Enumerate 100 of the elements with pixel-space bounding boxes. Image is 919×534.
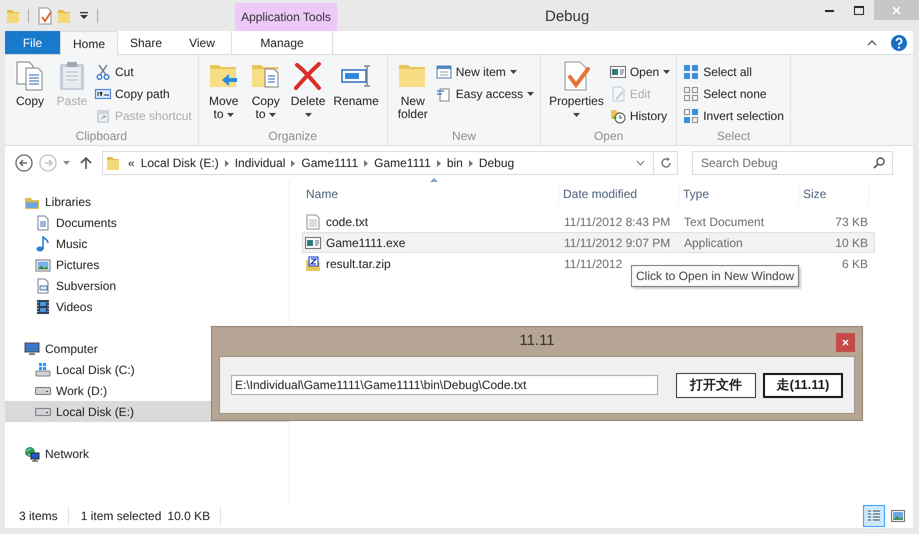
ribbon-button[interactable]: Properties [547,60,606,121]
selection-size: 10.0 KB [161,506,222,524]
ribbon-button[interactable]: Easy access [436,84,534,104]
file-row[interactable]: Game1111.exe 11/11/2012 9:07 PM Application 10 KB [302,232,875,253]
breadcrumb-segment[interactable]: Debug [478,154,514,172]
file-name: code.txt [326,214,368,230]
window-title: Debug [545,7,590,27]
select-all-icon [683,64,700,80]
folder-icon [106,155,120,171]
file-name: result.tar.zip [326,256,391,272]
ribbon-button[interactable]: Cut [95,62,192,82]
ribbon-button[interactable]: Open [610,62,670,82]
column-header[interactable]: Date modified [559,182,679,205]
history-icon [610,108,626,124]
type-cell: Text Document [684,214,764,228]
dialog-button[interactable]: 打开文件 [676,372,756,398]
file-row[interactable]: code.txt 11/11/2012 8:43 PM Text Document 73 KB [302,211,875,232]
caret-icon [663,70,670,74]
group-label: Clipboard [74,129,128,145]
column-header[interactable]: Name [302,182,559,205]
ribbon-button[interactable]: Copy path [95,84,192,104]
sort-up-icon [430,178,438,182]
caret-icon [527,92,534,96]
close-icon [842,339,849,346]
nav-tree-item[interactable]: Videos [5,296,289,317]
nav-tree-item[interactable]: Music [5,233,289,254]
ribbon-button[interactable]: Copy [11,60,49,108]
close-button[interactable] [836,333,855,352]
ribbon-button[interactable]: Select all [683,62,784,82]
column-header[interactable]: Size [799,182,869,205]
contextual-tab-header: Application Tools [235,3,337,31]
refresh-icon [660,157,672,169]
drive-icon [35,408,51,416]
recent-locations-button[interactable] [63,161,70,165]
up-button[interactable] [80,156,92,170]
breadcrumb-segment[interactable]: Local Disk (E:) [140,154,219,172]
breadcrumb-segment[interactable]: Game1111 [374,154,431,172]
ribbon-button[interactable]: Invert selection [683,106,784,126]
breadcrumb-segment[interactable]: Individual [234,154,286,172]
file-name: Game1111.exe [326,234,406,252]
windows-drive-icon [35,362,51,378]
ribbon-tab[interactable]: Manage [231,31,333,54]
group-label: Organize [267,129,318,145]
selection-status: 1 item selected [80,508,162,524]
caret-icon [268,112,276,117]
collapse-ribbon-icon [867,40,877,46]
breadcrumb-segment[interactable]: Game1111 [301,154,358,172]
ribbon-button[interactable]: History [610,106,670,126]
ribbon-button[interactable]: New folder [394,60,432,121]
nav-tree-item[interactable]: Computer [5,338,289,359]
group-label: Open [592,129,624,145]
details-view-button[interactable] [863,504,885,526]
shortcut-icon [95,108,111,124]
ribbon-button[interactable]: Copy to [246,60,285,121]
caret-icon [510,70,517,74]
ribbon-button[interactable]: Select none [683,84,784,104]
folder-icon [57,8,71,24]
folder-icon [6,8,20,24]
caret-icon [572,112,580,117]
dialog-title: 11.11 [519,331,555,352]
nav-tree-item[interactable]: Network [5,443,289,464]
ribbon-button[interactable]: Delete [288,60,328,121]
ribbon-button[interactable]: Rename [331,60,381,108]
search-field[interactable]: Search Debug [692,151,893,175]
ribbon-button[interactable]: Move to [204,60,243,121]
nav-tree-item[interactable]: Pictures [5,254,289,275]
size-cell: 73 KB [835,214,868,228]
search-icon [873,157,885,169]
details-view-icon [867,510,881,522]
breadcrumb-segment[interactable]: bin [446,154,463,172]
chevron-right-icon [364,160,368,166]
music-note-icon [35,236,51,252]
overflow-chevron[interactable]: « [128,154,135,172]
back-button[interactable] [15,154,33,172]
document-icon [35,278,51,294]
size-cell: 6 KB [842,256,868,270]
path-field[interactable]: E:\Individual\Game1111\Game1111\bin\Debug\Code.txt [231,375,658,395]
date-cell: 11/11/2012 [564,256,622,270]
nav-tree-item[interactable]: Documents [5,212,289,233]
item-count: 3 items [19,506,69,524]
dialog-button[interactable]: 走(11.11) [763,372,843,398]
up-arrow-icon [80,156,92,170]
group-label: New [450,129,477,145]
group-label: Select [716,129,752,145]
ribbon-tab[interactable]: Home [60,31,118,55]
column-header[interactable]: Type [679,182,799,205]
ribbon-button[interactable]: New item [436,62,534,82]
chevron-right-icon [291,160,296,166]
document-check-icon [37,6,53,24]
document-icon [35,214,51,230]
nav-tree-item[interactable]: Subversion [5,275,289,296]
date-cell: 11/11/2012 9:07 PM [564,236,670,250]
address-bar[interactable]: « Local Disk (E:) Individual Game1111 Game1111 bin Debug [102,151,678,175]
large-icons-view-icon [891,510,905,522]
file-tab[interactable]: File [5,31,60,54]
type-cell: Application [684,236,743,250]
easy-access-icon [436,86,452,102]
size-cell: 10 KB [835,236,868,250]
nav-tree-item[interactable]: Libraries [5,191,289,212]
date-cell: 11/11/2012 8:43 PM [564,214,670,228]
